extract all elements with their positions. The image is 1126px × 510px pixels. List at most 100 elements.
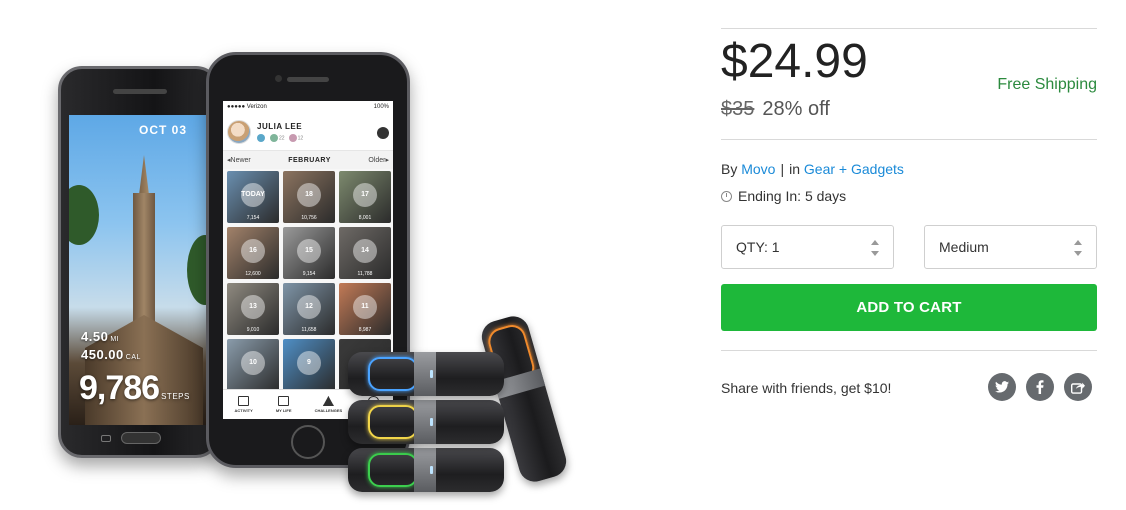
ios-day-label: 14	[353, 238, 377, 263]
ios-status-bar: ●●●●● Verizon 100%	[223, 101, 393, 113]
divider	[721, 28, 1097, 29]
ios-tab-my-life: MY LIFE	[276, 396, 292, 413]
divider	[721, 139, 1097, 140]
original-price: $35	[721, 98, 755, 120]
ios-day-label: 12	[297, 294, 321, 319]
ios-day-steps: 9,154	[302, 271, 316, 277]
badge-count: 12	[297, 134, 304, 141]
quantity-select[interactable]: QTY: 1	[721, 225, 894, 269]
android-home-button	[121, 432, 161, 444]
ios-month-nav: ◂Newer FEBRUARY Older▸	[223, 151, 393, 169]
ios-day-steps: 10,756	[301, 215, 317, 221]
ios-carrier: ●●●●● Verizon	[227, 104, 267, 110]
ios-tab-challenges: CHALLENGES	[315, 396, 342, 413]
ios-profile-header: JULIA LEE 22 12	[223, 113, 393, 151]
ios-day-steps: 8,001	[358, 215, 372, 221]
ios-day-label: 10	[241, 350, 265, 375]
generic-share-button[interactable]	[1064, 373, 1092, 401]
clock-icon	[721, 190, 732, 202]
android-phone: OCT 03 4.50 MI 450.00 CAL 9,786 STEPS	[58, 66, 220, 458]
ios-tab-activity: ACTIVITY	[235, 396, 253, 413]
select-arrows-icon	[871, 240, 879, 256]
ios-day-label: 11	[353, 294, 377, 319]
ios-day-label: TODAY	[241, 182, 265, 207]
ios-day-steps: 9,010	[246, 327, 260, 333]
ios-day-tile: 16 12,600	[227, 227, 279, 279]
android-earpiece	[113, 89, 167, 94]
chart-icon	[377, 127, 389, 139]
ios-day-label: 16	[241, 238, 265, 263]
ios-day-steps: 7,154	[246, 215, 260, 221]
android-date: OCT 03	[139, 123, 188, 137]
list-icon	[238, 396, 250, 406]
sale-price: $24.99	[721, 35, 868, 88]
size-value: Medium	[939, 239, 989, 255]
facebook-share-button[interactable]	[1026, 373, 1054, 401]
ios-day-steps: 8,987	[358, 327, 372, 333]
tree-left	[69, 185, 99, 245]
ios-day-steps: 11,658	[301, 327, 317, 333]
share-icon	[1071, 382, 1085, 394]
free-shipping-label: Free Shipping	[997, 76, 1097, 93]
steps-stat: 9,786 STEPS	[79, 369, 190, 407]
iphone-camera	[275, 75, 282, 82]
ios-day-tile: 14 11,788	[339, 227, 391, 279]
product-image: OCT 03 4.50 MI 450.00 CAL 9,786 STEPS ●●●●●…	[0, 0, 690, 510]
ios-day-label: 13	[241, 294, 265, 319]
ios-day-label: 18	[297, 182, 321, 207]
ios-day-tile: 13 9,010	[227, 283, 279, 335]
product-panel: $24.99 Free Shipping $35 28% off By Movo…	[721, 0, 1097, 510]
add-to-cart-button[interactable]: ADD TO CART	[721, 284, 1097, 331]
android-back-icon	[101, 435, 111, 442]
distance-stat: 4.50 MI	[81, 329, 120, 344]
tracker-band-blue	[348, 352, 504, 396]
ios-badges: 22 12	[257, 133, 304, 142]
ios-day-tile: 15 9,154	[283, 227, 335, 279]
category-link[interactable]: Gear + Gadgets	[804, 161, 904, 177]
ios-day-tile: 12 11,658	[283, 283, 335, 335]
vendor-byline: By Movo | in Gear + Gadgets	[721, 161, 904, 177]
ending-label: Ending In: 5 days	[738, 188, 847, 204]
vendor-link[interactable]: Movo	[741, 161, 775, 177]
quantity-value: QTY: 1	[736, 239, 780, 255]
ios-older-link: Older▸	[368, 157, 389, 164]
size-select[interactable]: Medium	[924, 225, 1097, 269]
ios-day-steps: 11,788	[357, 271, 373, 277]
ios-battery: 100%	[373, 104, 389, 110]
ios-day-steps: 12,600	[245, 271, 261, 277]
ios-newer-link: ◂Newer	[227, 157, 251, 164]
ios-day-tile: 10	[227, 339, 279, 391]
badge-dot-icon	[270, 133, 278, 142]
ios-user-name: JULIA LEE	[257, 121, 303, 131]
ios-day-tile: 17 8,001	[339, 171, 391, 223]
calories-stat: 450.00 CAL	[81, 347, 141, 362]
select-arrows-icon	[1074, 240, 1082, 256]
android-screen: OCT 03 4.50 MI 450.00 CAL 9,786 STEPS	[69, 115, 215, 425]
discount-label: 28% off	[762, 98, 830, 120]
badge-count: 22	[279, 134, 285, 141]
ios-day-tile: 18 10,756	[283, 171, 335, 223]
twitter-share-button[interactable]	[988, 373, 1016, 401]
iphone-earpiece	[287, 77, 329, 82]
tracker-band-yellow	[348, 400, 504, 444]
price-comparison: $35 28% off	[721, 98, 830, 121]
avatar	[227, 119, 251, 144]
ios-month-title: FEBRUARY	[288, 156, 331, 164]
iphone-home-button	[291, 425, 325, 459]
badge-dot-icon	[288, 133, 297, 142]
ios-day-label: 17	[353, 182, 377, 207]
in-label: in	[789, 161, 801, 177]
ios-day-label: 9	[297, 350, 321, 375]
facebook-icon	[1036, 380, 1044, 394]
ios-day-tile: 9	[283, 339, 335, 391]
ios-day-tile: TODAY 7,154	[227, 171, 279, 223]
calendar-icon	[278, 396, 290, 406]
ios-day-tile: 11 8,987	[339, 283, 391, 335]
share-promo-text: Share with friends, get $10!	[721, 380, 892, 396]
ending-time: Ending In: 5 days	[721, 188, 846, 204]
warning-icon	[322, 396, 334, 406]
by-label: By	[721, 161, 738, 177]
divider	[721, 350, 1097, 351]
ios-day-label: 15	[297, 238, 321, 263]
badge-dot-icon	[257, 133, 265, 142]
